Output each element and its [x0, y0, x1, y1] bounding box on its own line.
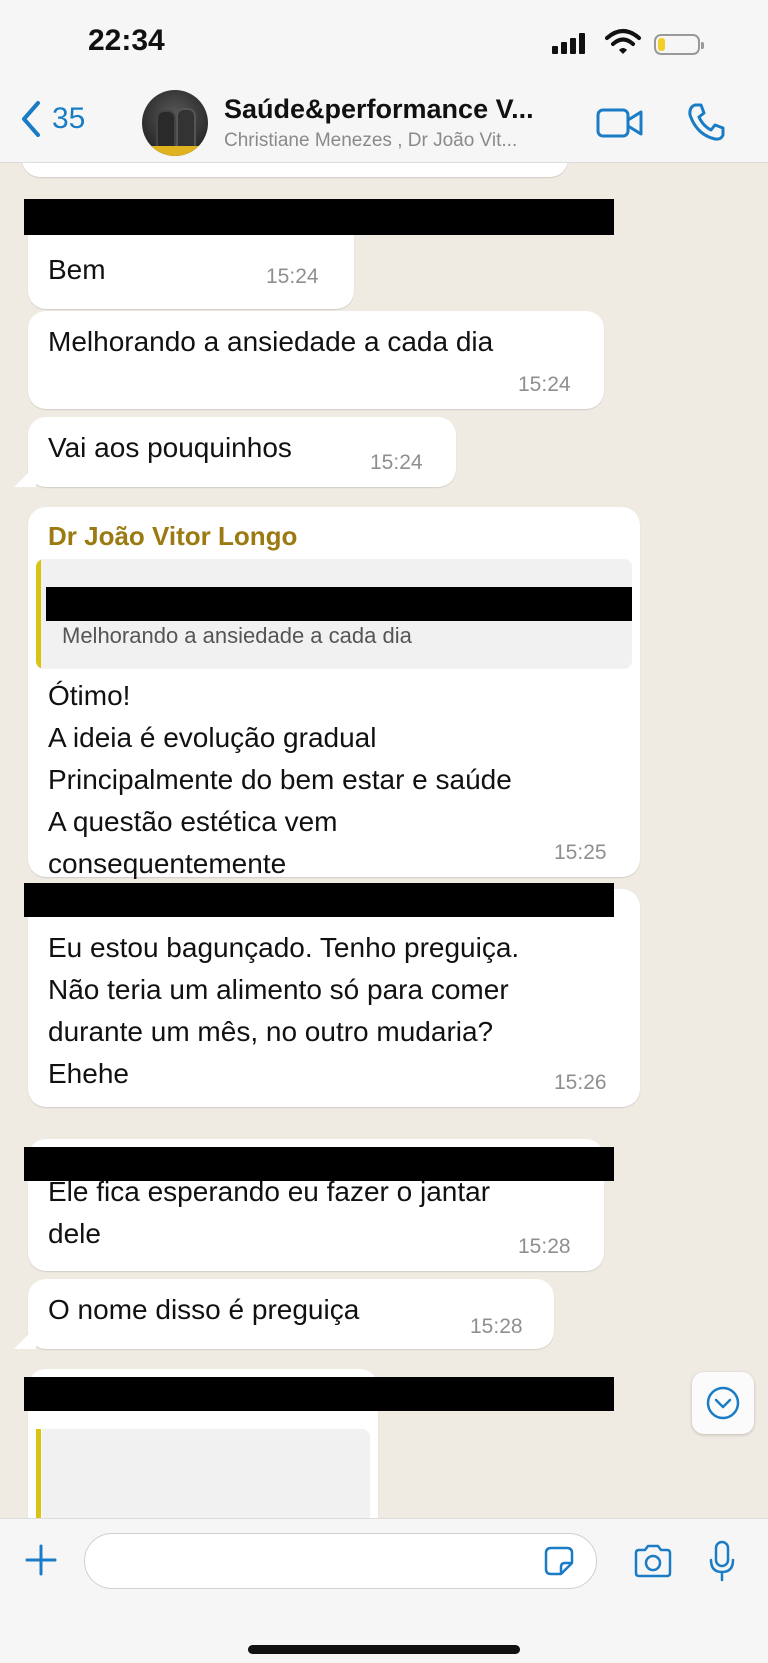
quoted-message	[42, 1429, 370, 1518]
status-time: 22:34	[88, 24, 165, 57]
bubble-tail	[14, 465, 36, 487]
message-time: 15:28	[470, 1315, 523, 1338]
cellular-signal-icon	[552, 32, 585, 54]
message-bubble[interactable]: Melhorando a ansiedade a cada dia 15:24	[28, 311, 604, 409]
chevron-left-icon	[22, 101, 40, 137]
chat-area[interactable]: Bem 15:24 Melhorando a ansiedade a cada …	[0, 163, 768, 1518]
sticker-icon[interactable]	[543, 1545, 575, 1577]
message-input[interactable]	[84, 1533, 597, 1589]
back-button[interactable]: 35	[20, 100, 85, 138]
message-time: 15:26	[554, 1071, 607, 1094]
battery-icon	[654, 34, 704, 55]
message-bubble[interactable]: Eu estou bagunçado. Tenho preguiça. Não …	[28, 889, 640, 1107]
sender-name[interactable]: Dr João Vitor Longo	[48, 521, 297, 552]
chat-header: 35 Saúde&performance V... Christiane Men…	[0, 90, 768, 163]
status-bar: 22:34	[0, 0, 768, 90]
composer-bar	[0, 1518, 768, 1663]
message-time: 15:24	[370, 451, 423, 474]
message-bubble-partial	[22, 163, 568, 177]
quote-bar	[36, 1429, 41, 1518]
home-indicator	[248, 1645, 520, 1654]
message-time: 15:24	[266, 265, 319, 288]
message-text: Ele fica esperando eu fazer o jantar del…	[48, 1176, 491, 1249]
message-text: Melhorando a ansiedade a cada dia	[48, 326, 494, 357]
bubble-tail	[14, 1327, 36, 1349]
message-bubble[interactable]: O nome disso é preguiça 15:28	[28, 1279, 554, 1349]
chat-members[interactable]: Christiane Menezes , Dr João Vit...	[224, 130, 517, 152]
redacted-sender	[24, 1377, 614, 1411]
unread-count: 35	[52, 102, 86, 135]
chevron-down-circle-icon	[706, 1386, 740, 1420]
redacted-sender	[24, 883, 614, 917]
camera-icon[interactable]	[632, 1543, 674, 1579]
video-call-icon[interactable]	[596, 106, 644, 140]
message-text: O nome disso é preguiça	[48, 1294, 360, 1325]
message-text: Ótimo! A ideia é evolução gradual Princi…	[48, 680, 512, 879]
redacted-quote-sender	[46, 587, 632, 621]
redacted-sender	[24, 199, 614, 235]
message-text: Bem	[48, 254, 106, 285]
message-bubble[interactable]: Vai aos pouquinhos 15:24	[28, 417, 456, 487]
quoted-text: Melhorando a ansiedade a cada dia	[62, 623, 412, 648]
microphone-icon[interactable]	[708, 1539, 736, 1583]
redacted-sender	[24, 1147, 614, 1181]
message-time: 15:25	[554, 841, 607, 864]
wifi-icon	[605, 29, 641, 54]
message-bubble[interactable]: Dr João Vitor Longo Melhorando a ansieda…	[28, 507, 640, 879]
phone-icon[interactable]	[687, 102, 725, 142]
chat-title[interactable]: Saúde&performance V...	[224, 94, 534, 125]
quote-bar	[36, 559, 41, 669]
message-time: 15:24	[518, 373, 571, 396]
group-avatar[interactable]	[142, 90, 208, 156]
scroll-to-bottom-button[interactable]	[692, 1372, 754, 1434]
plus-icon[interactable]	[24, 1543, 58, 1577]
message-text: Eu estou bagunçado. Tenho preguiça. Não …	[48, 932, 520, 1089]
message-time: 15:28	[518, 1235, 571, 1258]
message-text: Vai aos pouquinhos	[48, 432, 292, 463]
